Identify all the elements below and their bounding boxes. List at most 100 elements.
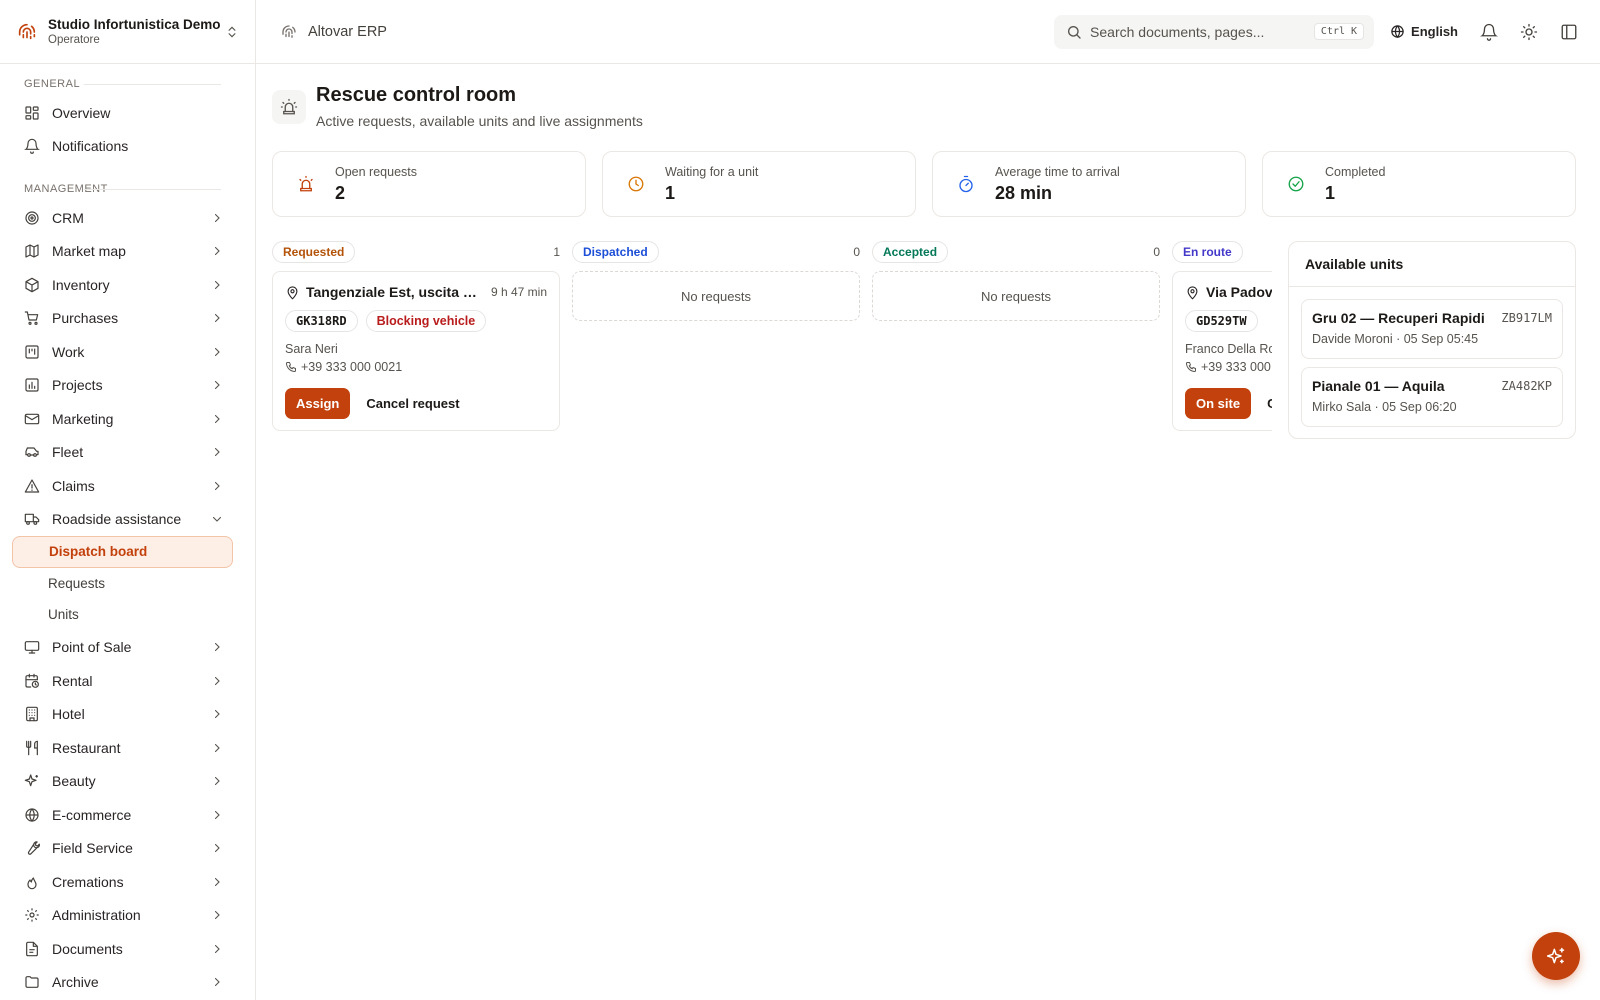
sidebar-subitem-dispatch-board[interactable]: Dispatch board — [12, 536, 233, 568]
request-card[interactable]: Via Padov GD529TW Franco Della Ro +39 33… — [1172, 271, 1272, 431]
sidebar-subitem-units[interactable]: Units — [0, 599, 255, 631]
sidebar-item-purchases[interactable]: Purchases — [0, 302, 255, 336]
grid-icon — [25, 106, 39, 120]
sidebar-item-cremations[interactable]: Cremations — [0, 865, 255, 899]
sidebar-item-market-map[interactable]: Market map — [0, 235, 255, 269]
main-content: Rescue control room Active requests, ava… — [272, 64, 1576, 451]
sidebar-item-label: Administration — [52, 907, 141, 924]
column-requested: Requested 1 Tangenziale Est, uscita R...… — [272, 241, 560, 451]
sidebar-item-rental[interactable]: Rental — [0, 664, 255, 698]
chevron-right-icon — [214, 347, 220, 356]
org-switcher[interactable]: Studio Infortunistica Demo Operatore — [0, 0, 255, 64]
customer-name: Franco Della Ro — [1185, 342, 1272, 356]
sidebar-item-claims[interactable]: Claims — [0, 469, 255, 503]
flag-badge: Blocking vehicle — [365, 310, 487, 332]
sidebar-item-overview[interactable]: Overview — [0, 96, 255, 130]
map-pin-icon — [1187, 285, 1198, 300]
car-icon — [25, 447, 39, 458]
flame-icon — [27, 877, 37, 890]
language-switcher[interactable]: English — [1390, 24, 1458, 39]
page-title: Rescue control room — [316, 84, 517, 106]
sidebar-item-notifications[interactable]: Notifications — [0, 130, 255, 164]
stat-value: 1 — [1325, 182, 1336, 203]
assign-button[interactable]: Assign — [285, 388, 351, 419]
monitor-icon — [24, 641, 40, 654]
chevron-right-icon — [214, 743, 220, 752]
sidebar-item-documents[interactable]: Documents — [0, 932, 255, 966]
sidebar-item-label: E-commerce — [52, 806, 132, 823]
sidebar-item-inventory[interactable]: Inventory — [0, 268, 255, 302]
sidebar-item-label: Documents — [52, 940, 123, 957]
sidebar-item-archive[interactable]: Archive — [0, 966, 255, 1000]
gear-icon — [25, 908, 39, 922]
sidebar-item-restaurant[interactable]: Restaurant — [0, 731, 255, 765]
sidebar-item-label: Claims — [52, 477, 95, 494]
sidebar-subitem-requests[interactable]: Requests — [0, 568, 255, 600]
folder-icon — [25, 976, 39, 989]
sidebar-item-roadside-assistance[interactable]: Roadside assistance — [0, 503, 255, 537]
wrench-icon — [27, 841, 40, 856]
sidebar-item-e-commerce[interactable]: E-commerce — [0, 798, 255, 832]
secondary-action-button[interactable]: C — [1261, 388, 1272, 419]
units-title: Available units — [1289, 242, 1575, 287]
phone-icon — [1186, 362, 1196, 372]
sidebar-item-label: Archive — [52, 974, 99, 991]
calendar-clock-icon — [25, 673, 39, 688]
customer-phone[interactable]: +39 333 000 — [1185, 360, 1272, 374]
bell-icon[interactable] — [1480, 23, 1498, 41]
search-input[interactable]: Search documents, pages... Ctrl K — [1054, 14, 1375, 49]
sidebar-item-label: CRM — [52, 209, 84, 226]
unit-meta: Mirko Sala · 05 Sep 06:20 — [1312, 400, 1457, 414]
empty-column: No requests — [572, 271, 860, 321]
sparkles-icon — [24, 774, 38, 787]
page-icon — [272, 90, 306, 124]
stat-label: Average time to arrival — [995, 164, 1120, 179]
chevron-right-icon — [214, 877, 220, 886]
chevron-right-icon — [214, 481, 220, 490]
available-units-panel: Available units Gru 02 — Recuperi Rapidi… — [1288, 241, 1576, 439]
sidebar-item-crm[interactable]: CRM — [0, 201, 255, 235]
customer-phone[interactable]: +39 333 000 0021 — [285, 360, 547, 374]
sidebar-item-administration[interactable]: Administration — [0, 899, 255, 933]
request-age: 9 h 47 min — [490, 285, 547, 299]
phone-number: +39 333 000 — [1201, 360, 1271, 374]
sidebar-item-projects[interactable]: Projects — [0, 369, 255, 403]
request-address: Tangenziale Est, uscita R... — [306, 284, 481, 300]
board-columns[interactable]: Requested 1 Tangenziale Est, uscita R...… — [272, 241, 1272, 451]
request-card[interactable]: Tangenziale Est, uscita R... 9 h 47 min … — [272, 271, 560, 431]
column-badge: Requested — [272, 241, 356, 263]
search-shortcut: Ctrl K — [1313, 23, 1365, 40]
sidebar-item-label: Purchases — [52, 310, 119, 327]
utensils-icon — [26, 740, 38, 756]
column-count: 1 — [553, 245, 560, 259]
sidebar-item-hotel[interactable]: Hotel — [0, 698, 255, 732]
cancel-request-button[interactable]: Cancel request — [360, 388, 465, 419]
sidebar-item-label: Inventory — [52, 276, 110, 293]
chevron-right-icon — [214, 710, 220, 719]
column-badge: Accepted — [872, 241, 949, 263]
warning-icon — [24, 479, 40, 493]
sidebar-item-point-of-sale[interactable]: Point of Sale — [0, 631, 255, 665]
ai-assistant-button[interactable] — [1532, 932, 1580, 980]
sidebar-item-work[interactable]: Work — [0, 335, 255, 369]
unit-card[interactable]: Gru 02 — Recuperi Rapidi ZB917LM Davide … — [1301, 299, 1563, 359]
stat-label: Open requests — [335, 164, 417, 179]
sidebar-item-marketing[interactable]: Marketing — [0, 402, 255, 436]
sidebar-item-beauty[interactable]: Beauty — [0, 765, 255, 799]
on-site-button[interactable]: On site — [1185, 388, 1252, 419]
kanban-icon — [25, 345, 39, 359]
sidebar-item-label: Fleet — [52, 444, 84, 461]
check-circle-icon — [1288, 176, 1304, 192]
stat-open-requests: Open requests 2 — [272, 151, 586, 217]
plate-badge: GD529TW — [1185, 310, 1258, 332]
chevron-right-icon — [214, 414, 220, 423]
sidebar-item-fleet[interactable]: Fleet — [0, 436, 255, 470]
column-en-route: En route Via Padov GD529TW Franco Della … — [1172, 241, 1272, 451]
unit-card[interactable]: Pianale 01 — Aquila ZA482KP Mirko Sala ·… — [1301, 367, 1563, 427]
panel-toggle-icon[interactable] — [1560, 23, 1578, 41]
sidebar-item-field-service[interactable]: Field Service — [0, 832, 255, 866]
sun-icon[interactable] — [1520, 23, 1538, 41]
unit-plate: ZA482KP — [1501, 379, 1552, 393]
chevron-right-icon — [214, 247, 220, 256]
chart-icon — [25, 378, 39, 392]
